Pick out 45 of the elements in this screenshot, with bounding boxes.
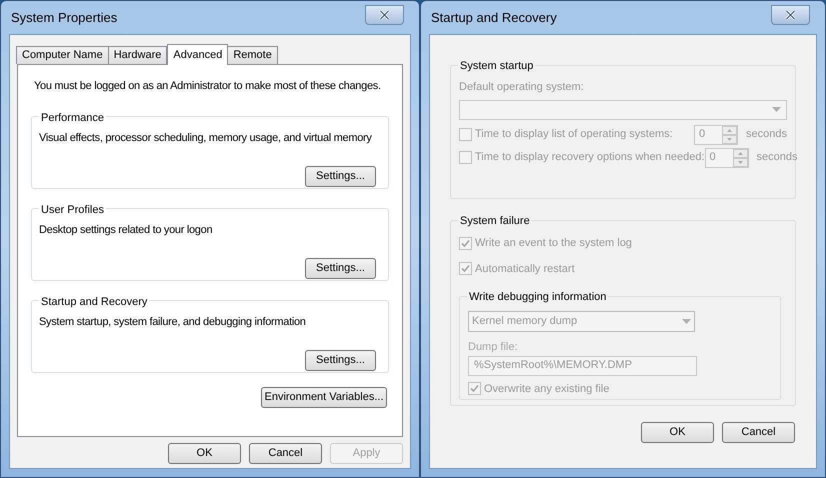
dialog-button[interactable]: OK	[168, 443, 241, 464]
window-title: System Properties	[11, 8, 118, 27]
dialog-button[interactable]: Settings...	[305, 166, 376, 187]
checkmark-icon	[461, 238, 470, 248]
group-title: Performance	[41, 112, 104, 124]
checkbox-label: Time to display list of operating systems:	[475, 127, 674, 142]
checkbox-label: Automatically restart	[475, 262, 575, 276]
group-title: User Profiles	[41, 204, 104, 216]
dialog-button[interactable]: Environment Variables...	[261, 386, 387, 408]
dialog-button[interactable]: Cancel	[249, 443, 322, 464]
field-label: Default operating system:	[459, 80, 585, 95]
dialog-button[interactable]: OK	[641, 422, 714, 443]
checkbox-label: Overwrite any existing file	[484, 382, 610, 396]
notice-text: You must be logged on as an Administrator to make most of these changes.	[34, 79, 381, 94]
checkmark-icon	[461, 264, 470, 274]
spin-arrows-icon	[732, 148, 748, 166]
dropdown-arrow-icon	[682, 319, 691, 324]
close-icon	[785, 10, 796, 20]
close-button[interactable]	[365, 4, 404, 24]
group-title: System startup	[460, 60, 534, 72]
tab[interactable]: Remote	[227, 46, 278, 64]
unit-label: seconds	[756, 150, 798, 166]
spin-arrows-icon	[722, 126, 738, 144]
group-description: Desktop settings related to your logon	[39, 222, 212, 238]
checkbox-label: Time to display recovery options when needed:	[475, 150, 704, 166]
tab[interactable]: Hardware	[108, 46, 168, 64]
dialog-button[interactable]: Cancel	[722, 422, 795, 443]
field-label: Dump file:	[468, 340, 519, 355]
window-title: Startup and Recovery	[431, 8, 557, 27]
tab[interactable]: Computer Name	[16, 46, 109, 64]
unit-label: seconds	[746, 127, 787, 142]
group-description: Visual effects, processor scheduling, memory usage, and virtual memory	[39, 130, 372, 146]
group-title: System failure	[460, 215, 530, 227]
group-title: Write debugging information	[469, 291, 606, 303]
dialog-button[interactable]: Settings...	[305, 258, 376, 279]
group-title: Startup and Recovery	[41, 296, 148, 308]
close-icon	[379, 10, 390, 20]
dropdown-arrow-icon	[772, 107, 781, 112]
group-description: System startup, system failure, and debugging information	[39, 314, 306, 330]
close-button[interactable]	[771, 4, 810, 24]
checkmark-icon	[470, 384, 479, 394]
checkbox-label: Write an event to the system log	[475, 236, 632, 251]
dropdown[interactable]	[459, 100, 787, 120]
tab[interactable]: Advanced	[167, 44, 228, 65]
dialog-button[interactable]: Settings...	[305, 350, 376, 371]
